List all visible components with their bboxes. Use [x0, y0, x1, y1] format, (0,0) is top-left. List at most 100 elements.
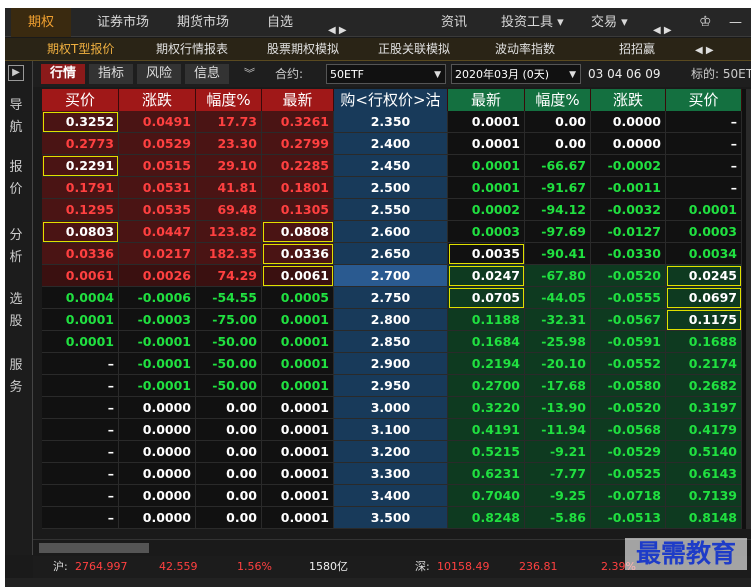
menu-nav-arrows-icon[interactable]: ◀ ▶ — [653, 25, 672, 36]
table-row[interactable]: 0.0061 0.0026 74.29 0.0061 2.700 0.0247 -67.80… — [42, 265, 746, 287]
put-change: -0.0127 — [591, 221, 666, 243]
call-last: 0.0001 — [262, 353, 334, 375]
sh-volume: 1580亿 — [309, 560, 348, 573]
menu-tools[interactable]: 投资工具 ▾ — [501, 8, 564, 37]
put-change: -0.0567 — [591, 309, 666, 331]
expand-nav-icon[interactable]: ▶ — [8, 65, 24, 81]
put-bid: 0.5140 — [666, 441, 742, 463]
table-row[interactable]: 0.0001 -0.0001 -50.00 0.0001 2.850 0.1684 -25.… — [42, 331, 746, 353]
call-pct: -50.00 — [196, 353, 262, 375]
collapse-icon[interactable]: ︾ — [244, 64, 255, 84]
strike-price: 2.650 — [334, 243, 448, 265]
menu-futures[interactable]: 期货市场 — [177, 8, 229, 37]
put-bid: 0.2174 — [666, 353, 742, 375]
strike-price: 3.500 — [334, 507, 448, 529]
hdr-call-pct[interactable]: 幅度% — [196, 89, 262, 111]
subtab-option-report[interactable]: 期权行情报表 — [156, 38, 228, 61]
table-row[interactable]: –0.0000 0.00 0.0001 3.000 0.3220 -13.90 -0.052… — [42, 397, 746, 419]
menu-news[interactable]: 资讯 — [441, 8, 467, 37]
subtab-stock-linked-sim[interactable]: 正股关联模拟 — [378, 38, 450, 61]
strike-price: 3.100 — [334, 419, 448, 441]
call-bid: 0.0803 — [42, 221, 119, 243]
put-pct: -91.67 — [525, 177, 591, 199]
table-row[interactable]: 0.0001 -0.0003 -75.00 0.0001 2.800 0.1188 -32.… — [42, 309, 746, 331]
call-last: 0.0001 — [262, 441, 334, 463]
table-row[interactable]: 0.1295 0.0535 69.48 0.1305 2.550 0.0002 -94.12… — [42, 199, 746, 221]
hdr-call-bid[interactable]: 买价 — [42, 89, 119, 111]
subtab-stock-option-sim[interactable]: 股票期权模拟 — [267, 38, 339, 61]
subtab-zhaozhaoying[interactable]: 招招赢 — [619, 38, 655, 61]
tab-info[interactable]: 信息 — [185, 64, 229, 84]
strike-price: 2.800 — [334, 309, 448, 331]
call-bid: 0.0004 — [42, 287, 119, 309]
sz-change: 236.81 — [519, 560, 558, 573]
vertical-scrollbar[interactable] — [746, 89, 751, 529]
put-last: 0.0001 — [448, 155, 525, 177]
contract-select[interactable]: 50ETF ▼ — [326, 64, 446, 84]
strike-price: 3.200 — [334, 441, 448, 463]
tab-risk[interactable]: 风险 — [137, 64, 181, 84]
call-bid: – — [42, 375, 119, 397]
strike-price: 3.000 — [334, 397, 448, 419]
hdr-call-last[interactable]: 最新 — [262, 89, 334, 111]
put-change: -0.0520 — [591, 397, 666, 419]
put-change: 0.0000 — [591, 111, 666, 133]
menu-scroll-left-icon[interactable]: ◀ ▶ — [328, 25, 347, 36]
table-row[interactable]: 0.0004 -0.0006 -54.55 0.0005 2.750 0.0705 -44.… — [42, 287, 746, 309]
table-row[interactable]: –0.0000 0.00 0.0001 3.300 0.6231 -7.77 -0.0525… — [42, 463, 746, 485]
month-select[interactable]: 2020年03月 (0天) ▼ — [451, 64, 581, 84]
nav-stock-pick[interactable]: 选股 — [5, 289, 27, 333]
table-row[interactable]: 0.0803 0.0447 123.82 0.0808 2.600 0.0003 -97.6… — [42, 221, 746, 243]
nav-quote[interactable]: 报价 — [5, 157, 27, 201]
call-bid: 0.2773 — [42, 133, 119, 155]
call-change: -0.0003 — [119, 309, 196, 331]
menu-watchlist[interactable]: 自选 — [267, 8, 293, 37]
table-row[interactable]: 0.1791 0.0531 41.81 0.1801 2.500 0.0001 -91.67… — [42, 177, 746, 199]
scrollbar-thumb[interactable] — [39, 543, 149, 553]
call-bid: – — [42, 419, 119, 441]
table-row[interactable]: – -0.0001 -50.00 0.0001 2.950 0.2700 -17.68 -0.… — [42, 375, 746, 397]
tab-indicator[interactable]: 指标 — [89, 64, 133, 84]
subtab-volatility-index[interactable]: 波动率指数 — [495, 38, 555, 61]
menu-securities[interactable]: 证券市场 — [97, 8, 149, 37]
nav-analysis[interactable]: 分析 — [5, 225, 27, 269]
nav-service[interactable]: 服务 — [5, 355, 27, 399]
table-row[interactable]: 0.2291 0.0515 29.10 0.2285 2.450 0.0001 -66.67… — [42, 155, 746, 177]
tab-quote[interactable]: 行情 — [41, 64, 85, 84]
table-row[interactable]: –0.0000 0.00 0.0001 3.200 0.5215 -9.21 -0.0529… — [42, 441, 746, 463]
table-row[interactable]: –0.0000 0.00 0.0001 3.100 0.4191 -11.94 -0.056… — [42, 419, 746, 441]
hdr-call-change[interactable]: 涨跌 — [119, 89, 196, 111]
strike-price: 2.600 — [334, 221, 448, 243]
hdr-put-last[interactable]: 最新 — [448, 89, 525, 111]
nav-guide[interactable]: 导航 — [5, 95, 27, 139]
strike-price: 2.700 — [334, 265, 448, 287]
month-buttons[interactable]: 03 04 06 09 — [588, 64, 661, 84]
put-change: -0.0520 — [591, 265, 666, 287]
call-bid: 0.0336 — [42, 243, 119, 265]
table-row[interactable]: –0.0000 0.00 0.0001 3.500 0.8248 -5.86 -0.0513… — [42, 507, 746, 529]
call-pct: 17.73 — [196, 111, 262, 133]
put-bid: – — [666, 155, 742, 177]
hdr-put-bid[interactable]: 买价 — [666, 89, 742, 111]
subtab-arrows-icon[interactable]: ◀ ▶ — [695, 45, 714, 56]
table-row[interactable]: –0.0000 0.00 0.0001 3.400 0.7040 -9.25 -0.0718… — [42, 485, 746, 507]
call-bid: 0.0001 — [42, 309, 119, 331]
put-last: 0.8248 — [448, 507, 525, 529]
menu-options[interactable]: 期权 — [11, 8, 71, 37]
call-change: -0.0001 — [119, 375, 196, 397]
hdr-put-change[interactable]: 涨跌 — [591, 89, 666, 111]
hdr-strike[interactable]: 购<行权价>沽 ↑ — [334, 89, 448, 131]
call-change: 0.0515 — [119, 155, 196, 177]
table-row[interactable]: 0.0336 0.0217 182.35 0.0336 2.650 0.0035 -90.4… — [42, 243, 746, 265]
minimize-icon[interactable]: — — [729, 8, 742, 37]
call-change: 0.0447 — [119, 221, 196, 243]
table-row[interactable]: 0.3252 0.0491 17.73 0.3261 2.350 0.0001 0.00 0.… — [42, 111, 746, 133]
subtab-t-quote[interactable]: 期权T型报价 — [47, 38, 114, 61]
menu-trade[interactable]: 交易 ▾ — [591, 8, 628, 37]
hdr-put-pct[interactable]: 幅度% — [525, 89, 591, 111]
put-pct: -32.31 — [525, 309, 591, 331]
table-row[interactable]: 0.2773 0.0529 23.30 0.2799 2.400 0.0001 0.00 0.… — [42, 133, 746, 155]
put-last: 0.0003 — [448, 221, 525, 243]
table-row[interactable]: – -0.0001 -50.00 0.0001 2.900 0.2194 -20.10 -0.… — [42, 353, 746, 375]
shirt-icon[interactable]: ♔ — [699, 8, 712, 37]
